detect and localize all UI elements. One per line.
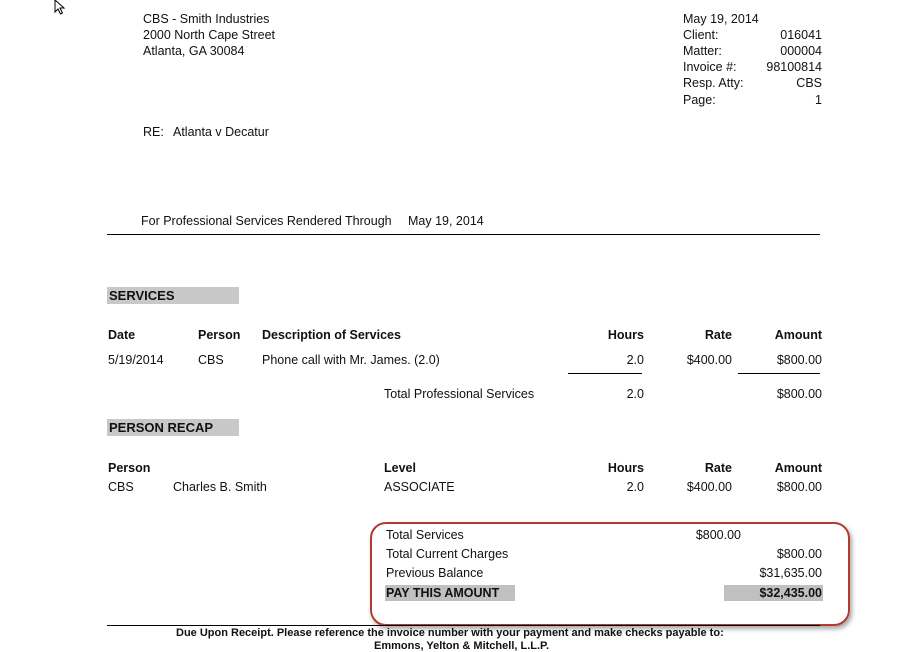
re-value: Atlanta v Decatur: [173, 125, 269, 139]
recap-header-rate: Rate: [704, 461, 732, 475]
services-through-date: May 19, 2014: [408, 214, 484, 228]
total-services-value: $800.00: [695, 528, 741, 542]
page-label: Page:: [683, 93, 716, 107]
pay-this-amount-value: $32,435.00: [759, 586, 822, 600]
matter-value: 000004: [780, 44, 822, 58]
address-line-2: 2000 North Cape Street: [143, 28, 276, 42]
recap-amount: $800.00: [776, 480, 822, 494]
recap-header-hours: Hours: [607, 461, 644, 475]
service-amount: $800.00: [776, 353, 822, 367]
re-label: RE:: [143, 125, 164, 139]
invoice-number-value: 98100814: [766, 60, 822, 74]
total-professional-services-label: Total Professional Services: [384, 387, 535, 401]
services-header-rate: Rate: [704, 328, 732, 342]
services-header-hours: Hours: [607, 328, 644, 342]
services-header-date: Date: [108, 328, 136, 342]
recap-header-level: Level: [384, 461, 416, 475]
client-value: 016041: [780, 28, 822, 42]
page-value: 1: [815, 93, 822, 107]
recap-hours: 2.0: [626, 480, 644, 494]
footer-divider: [107, 625, 820, 626]
service-description: Phone call with Mr. James. (2.0): [262, 353, 440, 367]
amount-subtotal-line: [738, 373, 820, 374]
services-header-description: Description of Services: [262, 328, 401, 342]
total-professional-services-hours: 2.0: [626, 387, 644, 401]
matter-label: Matter:: [683, 44, 722, 58]
total-professional-services-amount: $800.00: [776, 387, 822, 401]
recap-rate: $400.00: [686, 480, 732, 494]
services-header-person: Person: [198, 328, 241, 342]
recap-level: ASSOCIATE: [384, 480, 455, 494]
service-date: 5/19/2014: [108, 353, 164, 367]
mouse-pointer-icon: [54, 0, 66, 15]
recap-name: Charles B. Smith: [173, 480, 267, 494]
services-through-text: For Professional Services Rendered Throu…: [141, 214, 392, 228]
previous-balance-label: Previous Balance: [386, 566, 484, 580]
address-line-3: Atlanta, GA 30084: [143, 44, 245, 58]
hours-subtotal-line: [568, 373, 642, 374]
divider: [107, 234, 820, 235]
person-recap-heading: PERSON RECAP: [107, 419, 239, 436]
client-label: Client:: [683, 28, 719, 42]
recap-header-person: Person: [108, 461, 151, 475]
resp-atty-value: CBS: [796, 76, 822, 90]
pay-this-amount-label: PAY THIS AMOUNT: [386, 586, 500, 600]
invoice-date: May 19, 2014: [683, 12, 759, 26]
services-heading: SERVICES: [107, 287, 239, 304]
address-line-1: CBS - Smith Industries: [143, 12, 270, 26]
footer-line-2: Emmons, Yelton & Mitchell, L.L.P.: [374, 640, 550, 652]
recap-header-amount: Amount: [774, 461, 822, 475]
service-person: CBS: [198, 353, 224, 367]
total-current-charges-label: Total Current Charges: [386, 547, 509, 561]
services-header-amount: Amount: [774, 328, 822, 342]
total-services-label: Total Services: [386, 528, 464, 542]
service-hours: 2.0: [626, 353, 644, 367]
footer-line-1: Due Upon Receipt. Please reference the i…: [176, 627, 724, 639]
previous-balance-value: $31,635.00: [759, 566, 822, 580]
total-current-charges-value: $800.00: [776, 547, 822, 561]
recap-initials: CBS: [108, 480, 134, 494]
service-rate: $400.00: [686, 353, 732, 367]
